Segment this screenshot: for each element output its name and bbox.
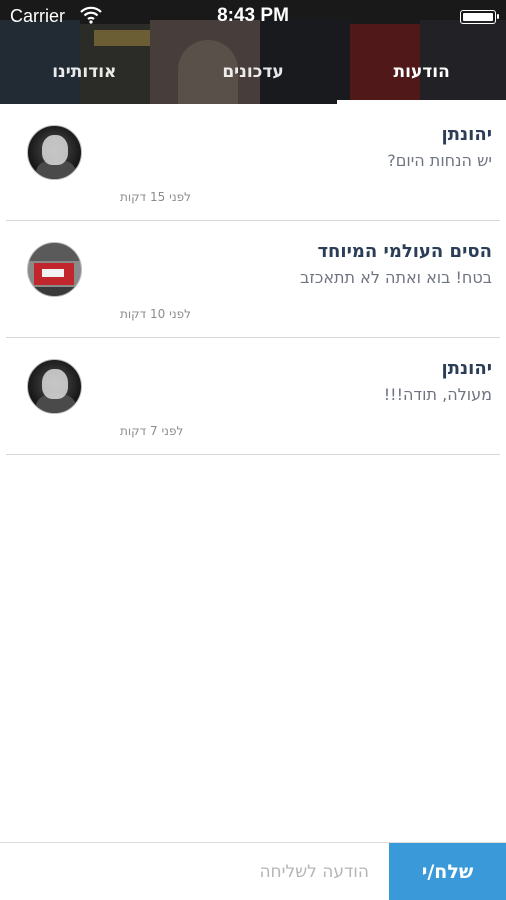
message-composer: שלח/י (0, 842, 506, 900)
message-row[interactable]: יהונתן יש הנחות היום? לפני 15 דקות (6, 104, 500, 221)
sender-name: הסים העולמי המיוחד (317, 241, 492, 262)
tab-messages[interactable]: הודעות (337, 52, 506, 104)
message-time: לפני 10 דקות (120, 307, 191, 321)
sender-name: יהונתן (441, 358, 492, 379)
battery-icon (460, 10, 499, 24)
clock: 8:43 PM (217, 5, 289, 26)
tab-updates[interactable]: עדכונים (169, 52, 338, 104)
message-text: יש הנחות היום? (387, 151, 492, 170)
message-time: לפני 15 דקות (120, 190, 191, 204)
send-button[interactable]: שלח/י (389, 843, 506, 900)
store-avatar (27, 242, 82, 297)
person-avatar (27, 125, 82, 180)
person-avatar (27, 359, 82, 414)
sender-name: יהונתן (441, 124, 492, 145)
message-row[interactable]: יהונתן מעולה, תודה!!! לפני 7 דקות (6, 338, 500, 455)
message-list: יהונתן יש הנחות היום? לפני 15 דקות הסים … (0, 104, 506, 455)
tab-about[interactable]: אודותינו (0, 52, 169, 104)
message-time: לפני 7 דקות (120, 424, 184, 438)
message-input[interactable] (0, 843, 389, 900)
status-bar: Carrier 8:43 PM (0, 0, 506, 34)
tab-bar: הודעות עדכונים אודותינו (0, 52, 506, 104)
header: Carrier 8:43 PM הודעות עדכונים אודותינו (0, 0, 506, 104)
message-row[interactable]: הסים העולמי המיוחד בטח! בוא ואתה לא תתאכ… (6, 221, 500, 338)
message-text: בטח! בוא ואתה לא תתאכזב (300, 268, 492, 287)
message-text: מעולה, תודה!!! (383, 385, 492, 404)
